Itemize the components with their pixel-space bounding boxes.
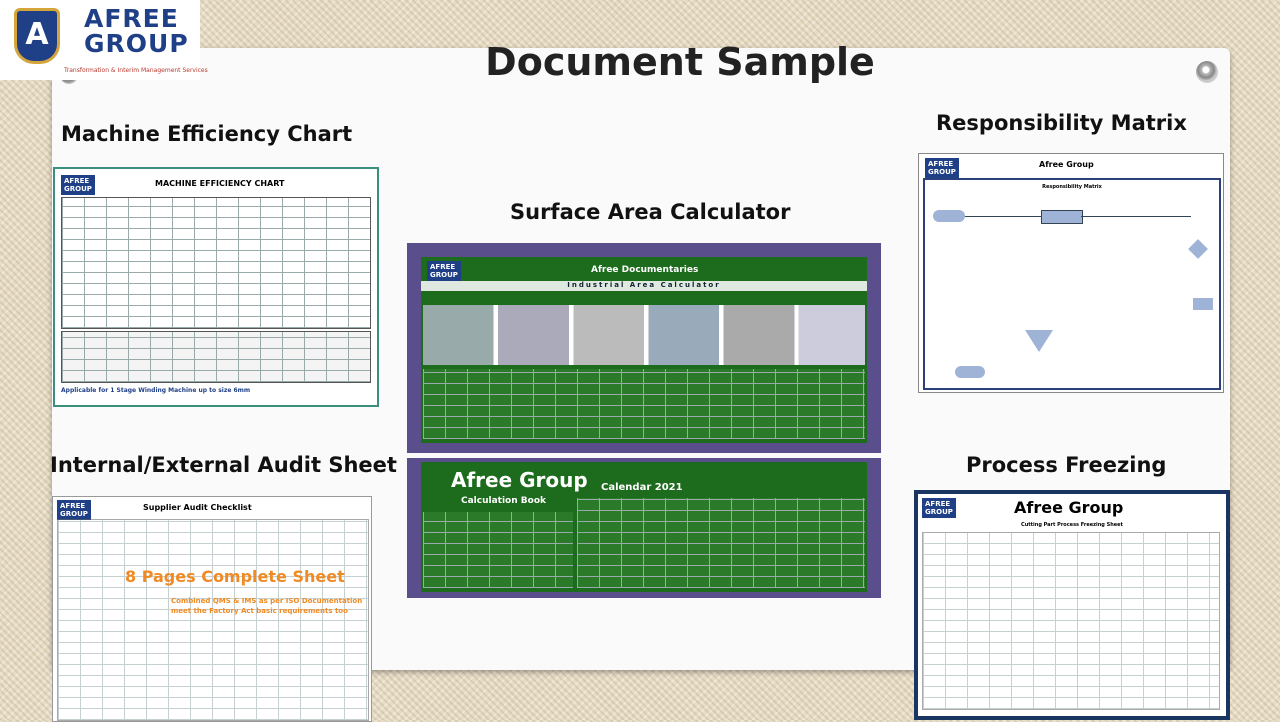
surface-area-heading: Surface Area Calculator (510, 200, 791, 224)
process-node (1193, 298, 1213, 310)
note-line-2: meet the Factory Act basic requirements … (171, 607, 348, 615)
responsibility-heading: Responsibility Matrix (936, 111, 1187, 135)
calendar-brand: Afree Group (451, 468, 588, 492)
page-title: Document Sample (485, 40, 875, 84)
doc-title: Afree Group (1014, 498, 1124, 517)
doc-title: Afree Group (1039, 160, 1094, 169)
machine-efficiency-heading: Machine Efficiency Chart (61, 122, 353, 146)
summary-table (61, 331, 371, 383)
doc-title: MACHINE EFFICIENCY CHART (155, 179, 285, 188)
calendar-title: Calendar 2021 (601, 482, 683, 493)
pushpin-icon (1196, 61, 1218, 83)
doc-subtitle: Cutting Part Process Freezing Sheet (1021, 522, 1123, 528)
audit-sheet-thumbnail[interactable]: AFREE GROUP Supplier Audit Checklist 8 Pa… (52, 496, 372, 722)
logo-tagline: Transformation & Interim Management Serv… (64, 67, 208, 74)
calculation-book-label: Calculation Book (461, 496, 546, 506)
calendar-thumbnail[interactable]: Afree Group Calculation Book Calendar 20… (407, 458, 881, 598)
process-node (1041, 210, 1083, 224)
calculator-subtitle: Industrial Area Calculator (421, 281, 867, 291)
machine-efficiency-thumbnail[interactable]: AFREE GROUP MACHINE EFFICIENCY CHART Appl… (53, 167, 379, 407)
doc-title: Supplier Audit Checklist (143, 503, 252, 512)
calculator-sheet: AFREE GROUP Afree Documentaries Industria… (421, 257, 867, 443)
process-freezing-thumbnail[interactable]: AFREE GROUP Afree Group Cutting Part Proc… (914, 490, 1230, 720)
end-node (955, 366, 985, 378)
calculation-grid (423, 512, 573, 588)
efficiency-table (61, 197, 371, 329)
logo-wordmark: AFREE GROUP (84, 4, 189, 58)
input-grid (423, 369, 865, 439)
shape-images (423, 305, 865, 365)
chart-title: Responsibility Matrix (1042, 184, 1102, 190)
flowchart-frame: Responsibility Matrix (923, 178, 1221, 390)
responsibility-matrix-thumbnail[interactable]: AFREE GROUP Afree Group Responsibility Ma… (918, 153, 1224, 393)
mini-logo: AFREE GROUP (925, 158, 959, 178)
connector (1081, 216, 1191, 217)
process-table (922, 532, 1220, 710)
mini-logo: AFREE GROUP (922, 498, 956, 518)
mini-logo: AFREE GROUP (61, 175, 95, 195)
calculator-banner: Afree Documentaries (591, 265, 699, 275)
connector (965, 216, 1041, 217)
note-line-1: Combined QMS & IMS as per ISO Documentat… (171, 597, 363, 605)
calendar-sheet: Afree Group Calculation Book Calendar 20… (421, 462, 867, 592)
shield-icon: A (14, 8, 60, 64)
calendar-grid (577, 498, 865, 588)
process-freezing-heading: Process Freezing (966, 453, 1167, 477)
mini-logo: AFREE GROUP (427, 261, 461, 281)
surface-area-thumbnail[interactable]: AFREE GROUP Afree Documentaries Industria… (407, 243, 881, 453)
start-node (933, 210, 965, 222)
company-logo: A AFREE GROUP Transformation & Interim M… (0, 0, 208, 80)
audit-heading: Internal/External Audit Sheet (50, 453, 397, 477)
highlight-text: 8 Pages Complete Sheet (125, 567, 345, 586)
mini-logo: AFREE GROUP (57, 500, 91, 520)
checklist-table (57, 519, 369, 721)
decision-node (1188, 239, 1208, 259)
merge-node (1025, 330, 1053, 352)
footer-note: Applicable for 1 Stage Winding Machine u… (61, 387, 251, 394)
